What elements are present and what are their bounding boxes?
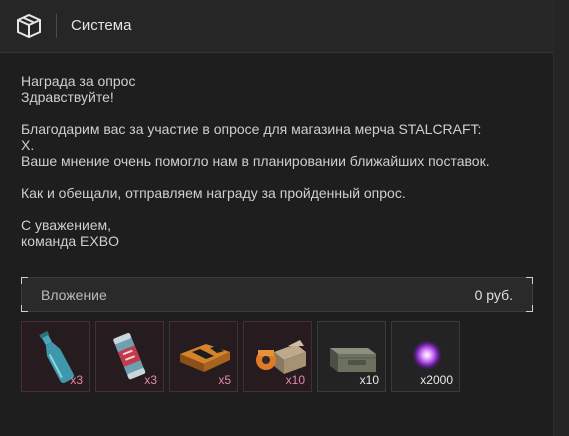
item-quantity: x10 [285, 373, 305, 387]
sender-title: Система [71, 17, 132, 34]
item-slot[interactable]: x3 [21, 321, 90, 392]
item-slot[interactable]: x2000 [391, 321, 460, 392]
item-quantity: x2000 [420, 373, 453, 387]
item-quantity: x5 [218, 373, 231, 387]
box-icon [17, 13, 41, 39]
side-scroll-strip [553, 0, 569, 436]
item-slot[interactable]: x10 [243, 321, 312, 392]
mail-header: Система [0, 0, 553, 53]
message-text-line: Как и обещали, отправляем награду за про… [21, 185, 406, 201]
message-signoff: С уважением, [21, 217, 112, 233]
header-divider [56, 14, 57, 38]
attachment-bar[interactable]: Вложение 0 руб. [21, 277, 533, 312]
item-slot[interactable]: x10 [317, 321, 386, 392]
item-quantity: x3 [144, 373, 157, 387]
attachment-label: Вложение [41, 287, 107, 303]
item-slot[interactable]: x5 [169, 321, 238, 392]
message-text-line: Ваше мнение очень помогло нам в планиров… [21, 153, 490, 169]
item-quantity: x3 [70, 373, 83, 387]
item-slot[interactable]: x3 [95, 321, 164, 392]
message-signature: команда EXBO [21, 233, 119, 249]
message-subject: Награда за опрос [21, 73, 136, 89]
message-text-line: Благодарим вас за участие в опросе для м… [21, 121, 482, 137]
message-body: Награда за опрос Здравствуйте! Благодари… [21, 73, 541, 249]
mail-panel: Система Награда за опрос Здравствуйте! Б… [0, 0, 553, 436]
attachment-price: 0 руб. [474, 287, 513, 303]
item-quantity: x10 [359, 373, 379, 387]
message-greeting: Здравствуйте! [21, 89, 114, 105]
message-text-line: X. [21, 137, 35, 153]
